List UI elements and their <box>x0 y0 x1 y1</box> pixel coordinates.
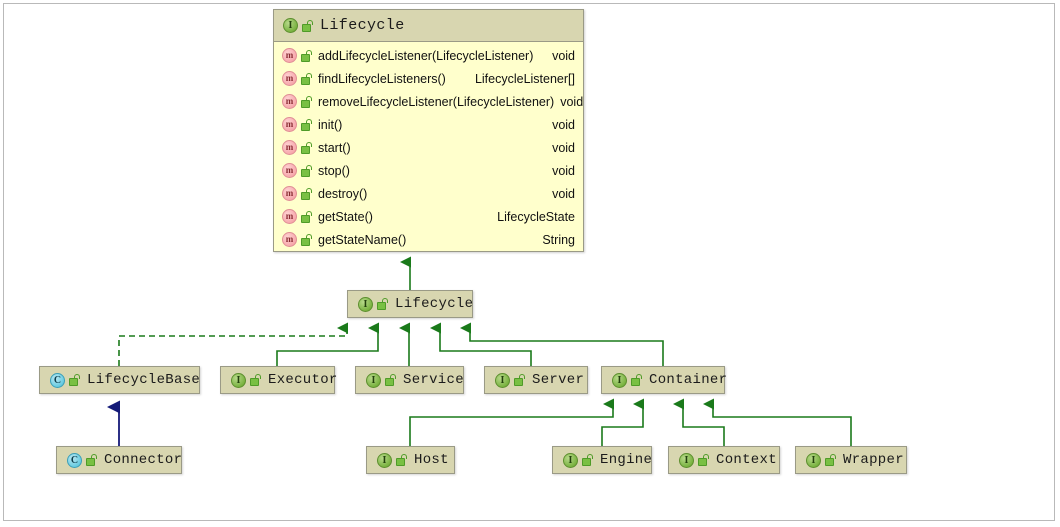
member-signature: getState() <box>318 209 373 224</box>
node-connector[interactable]: C Connector <box>56 446 182 474</box>
interface-icon: I <box>283 18 298 33</box>
public-lock-icon <box>396 454 407 466</box>
method-icon: m <box>282 117 297 132</box>
member-signature: init() <box>318 117 343 132</box>
node-label: Lifecycle <box>395 296 474 312</box>
public-lock-icon <box>301 164 312 177</box>
member-signature: addLifecycleListener(LifecycleListener) <box>318 48 534 63</box>
node-label: Executor <box>268 372 338 388</box>
node-label: Server <box>532 372 585 388</box>
node-service[interactable]: I Service <box>355 366 464 394</box>
class-member-row[interactable]: m findLifecycleListeners() LifecycleList… <box>274 67 583 90</box>
member-return-type: void <box>552 186 575 201</box>
class-member-row[interactable]: m getState() LifecycleState <box>274 205 583 228</box>
node-label: Host <box>414 452 449 468</box>
interface-icon: I <box>563 452 578 468</box>
member-return-type: LifecycleState <box>497 209 575 224</box>
node-label: Container <box>649 372 728 388</box>
public-lock-icon <box>301 233 312 246</box>
public-lock-icon <box>250 374 261 386</box>
node-label: Connector <box>104 452 183 468</box>
class-member-row[interactable]: m stop() void <box>274 159 583 182</box>
method-icon: m <box>282 163 297 178</box>
public-lock-icon <box>301 72 312 85</box>
node-label: Wrapper <box>843 452 904 468</box>
method-icon: m <box>282 48 297 63</box>
node-lifecyclebase[interactable]: C LifecycleBase <box>39 366 200 394</box>
interface-icon: I <box>358 296 373 312</box>
class-box-header: I Lifecycle <box>274 10 583 42</box>
node-executor[interactable]: I Executor <box>220 366 338 394</box>
method-icon: m <box>282 232 297 247</box>
diagram-canvas: I Lifecycle m addLifecycleListener(Lifec… <box>0 0 1060 527</box>
node-host[interactable]: I Host <box>366 446 455 474</box>
class-member-row[interactable]: m init() void <box>274 113 583 136</box>
member-signature: findLifecycleListeners() <box>318 71 446 86</box>
class-member-row[interactable]: m getStateName() String <box>274 228 583 251</box>
member-return-type: void <box>560 94 584 109</box>
public-lock-icon <box>377 298 388 310</box>
interface-icon: I <box>495 372 510 388</box>
method-icon: m <box>282 140 297 155</box>
method-icon: m <box>282 186 297 201</box>
class-member-row[interactable]: m destroy() void <box>274 182 583 205</box>
member-return-type: String <box>542 232 575 247</box>
method-icon: m <box>282 94 297 109</box>
public-lock-icon <box>302 19 313 32</box>
class-icon: C <box>50 372 65 388</box>
class-box-member-list: m addLifecycleListener(LifecycleListener… <box>274 42 583 254</box>
interface-icon: I <box>612 372 627 388</box>
public-lock-icon <box>69 374 80 386</box>
member-signature: start() <box>318 140 351 155</box>
node-label: Engine <box>600 452 653 468</box>
member-signature: removeLifecycleListener(LifecycleListene… <box>318 94 555 109</box>
node-label: Context <box>716 452 777 468</box>
node-container[interactable]: I Container <box>601 366 728 394</box>
public-lock-icon <box>825 454 836 466</box>
public-lock-icon <box>514 374 525 386</box>
public-lock-icon <box>582 454 593 466</box>
class-member-row[interactable]: m start() void <box>274 136 583 159</box>
member-return-type: void <box>552 48 575 63</box>
member-signature: stop() <box>318 163 350 178</box>
class-box-lifecycle[interactable]: I Lifecycle m addLifecycleListener(Lifec… <box>273 9 584 252</box>
member-signature: getStateName() <box>318 232 407 247</box>
node-label: Service <box>403 372 464 388</box>
member-signature: destroy() <box>318 186 368 201</box>
class-icon: C <box>67 452 82 468</box>
public-lock-icon <box>301 141 312 154</box>
member-return-type: LifecycleListener[] <box>474 71 575 86</box>
public-lock-icon <box>301 210 312 223</box>
public-lock-icon <box>301 49 312 62</box>
public-lock-icon <box>301 118 312 131</box>
interface-icon: I <box>377 452 392 468</box>
member-return-type: void <box>552 163 575 178</box>
method-icon: m <box>282 71 297 86</box>
method-icon: m <box>282 209 297 224</box>
public-lock-icon <box>86 454 97 466</box>
node-wrapper[interactable]: I Wrapper <box>795 446 907 474</box>
member-return-type: void <box>552 140 575 155</box>
interface-icon: I <box>679 452 694 468</box>
node-engine[interactable]: I Engine <box>552 446 652 474</box>
node-server[interactable]: I Server <box>484 366 588 394</box>
class-member-row[interactable]: m addLifecycleListener(LifecycleListener… <box>274 44 583 67</box>
public-lock-icon <box>385 374 396 386</box>
interface-icon: I <box>806 452 821 468</box>
interface-icon: I <box>366 372 381 388</box>
public-lock-icon <box>301 95 312 108</box>
public-lock-icon <box>631 374 642 386</box>
interface-icon: I <box>231 372 246 388</box>
node-lifecycle[interactable]: I Lifecycle <box>347 290 473 318</box>
node-context[interactable]: I Context <box>668 446 780 474</box>
public-lock-icon <box>301 187 312 200</box>
class-member-row[interactable]: m removeLifecycleListener(LifecycleListe… <box>274 90 583 113</box>
class-box-title: Lifecycle <box>320 17 405 34</box>
node-label: LifecycleBase <box>87 372 201 388</box>
public-lock-icon <box>698 454 709 466</box>
member-return-type: void <box>552 117 575 132</box>
